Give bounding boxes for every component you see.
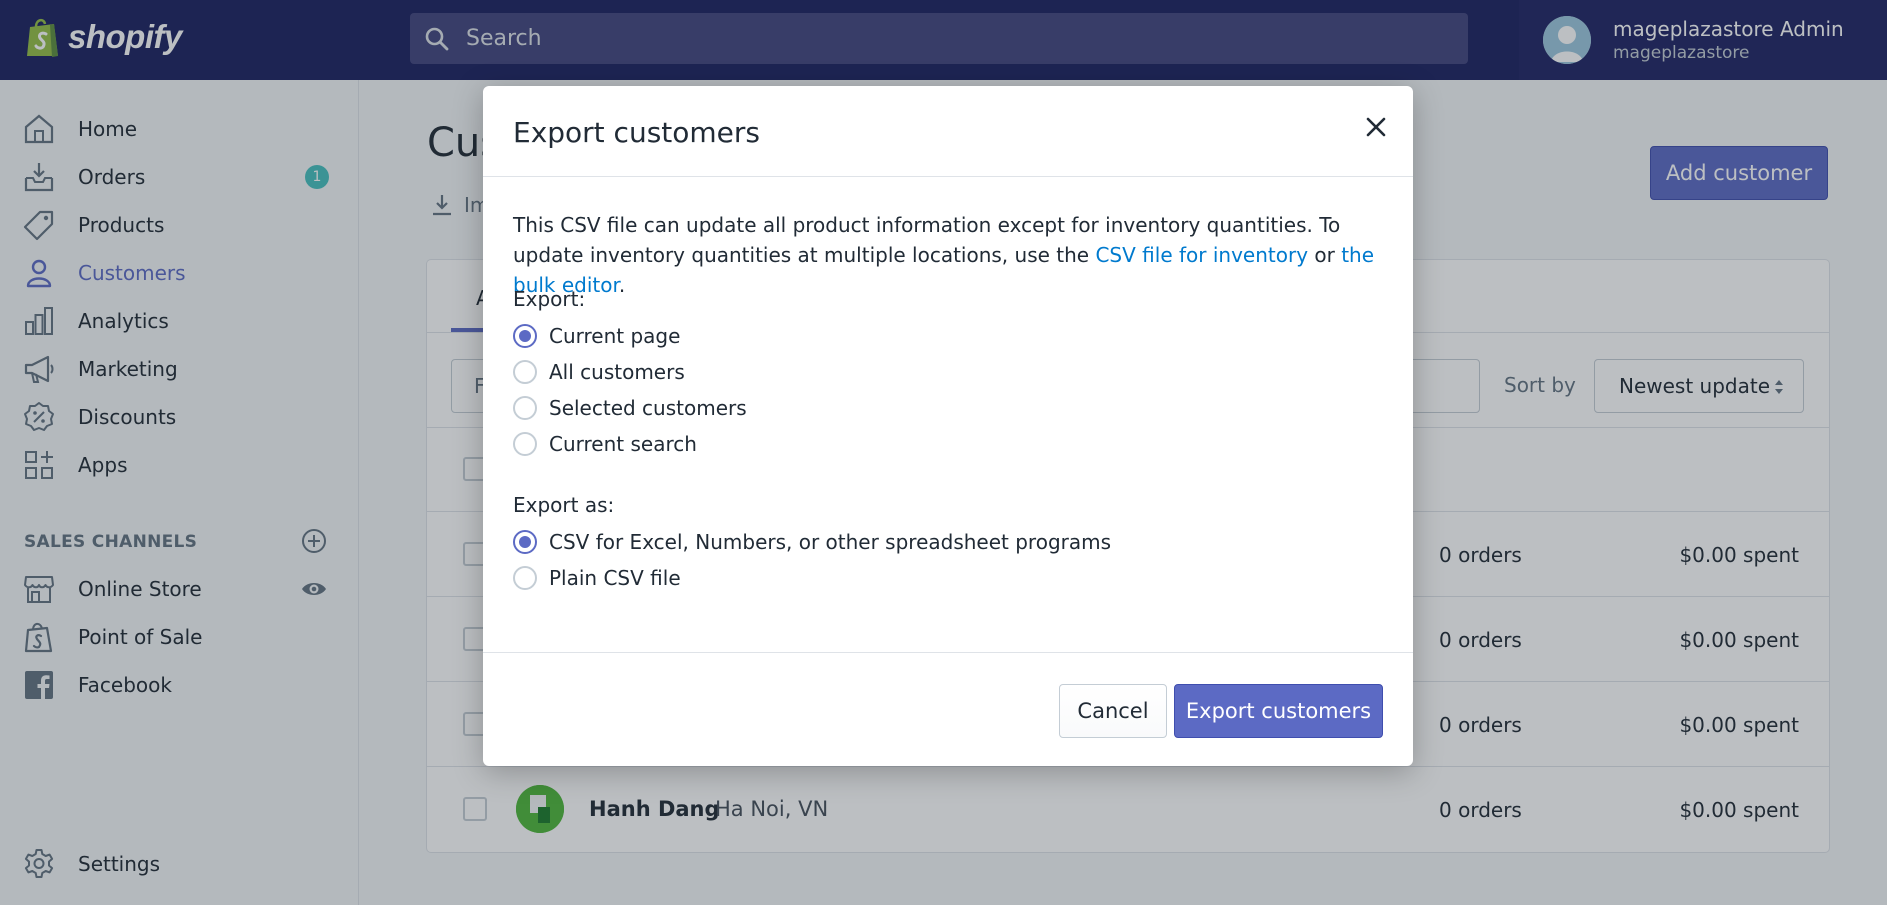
radio-button[interactable]: [513, 432, 537, 456]
format-option-csv-excel[interactable]: CSV for Excel, Numbers, or other spreads…: [513, 527, 1111, 557]
radio-button[interactable]: [513, 360, 537, 384]
radio-label: Selected customers: [549, 396, 747, 420]
radio-button[interactable]: [513, 396, 537, 420]
export-option-selected-customers[interactable]: Selected customers: [513, 393, 747, 423]
modal-title: Export customers: [513, 116, 760, 149]
export-customers-modal: Export customers This CSV file can updat…: [483, 86, 1413, 766]
radio-label: Current search: [549, 432, 697, 456]
format-option-plain-csv[interactable]: Plain CSV file: [513, 563, 681, 593]
modal-footer: Cancel Export customers: [483, 652, 1413, 766]
desc-text: .: [618, 273, 626, 297]
export-label: Export:: [513, 287, 586, 311]
csv-inventory-link[interactable]: CSV file for inventory: [1095, 243, 1308, 267]
radio-button[interactable]: [513, 324, 537, 348]
close-icon[interactable]: [1361, 112, 1391, 142]
cancel-button[interactable]: Cancel: [1059, 684, 1167, 738]
radio-button[interactable]: [513, 530, 537, 554]
export-option-all-customers[interactable]: All customers: [513, 357, 685, 387]
export-customers-button[interactable]: Export customers: [1174, 684, 1383, 738]
desc-text: or: [1308, 243, 1342, 267]
radio-label: Current page: [549, 324, 681, 348]
radio-button[interactable]: [513, 566, 537, 590]
modal-description: This CSV file can update all product inf…: [513, 210, 1383, 300]
radio-label: All customers: [549, 360, 685, 384]
export-option-current-search[interactable]: Current search: [513, 429, 697, 459]
modal-header: Export customers: [483, 86, 1413, 177]
radio-label: Plain CSV file: [549, 566, 681, 590]
export-as-label: Export as:: [513, 493, 615, 517]
export-option-current-page[interactable]: Current page: [513, 321, 680, 351]
radio-label: CSV for Excel, Numbers, or other spreads…: [549, 530, 1112, 554]
